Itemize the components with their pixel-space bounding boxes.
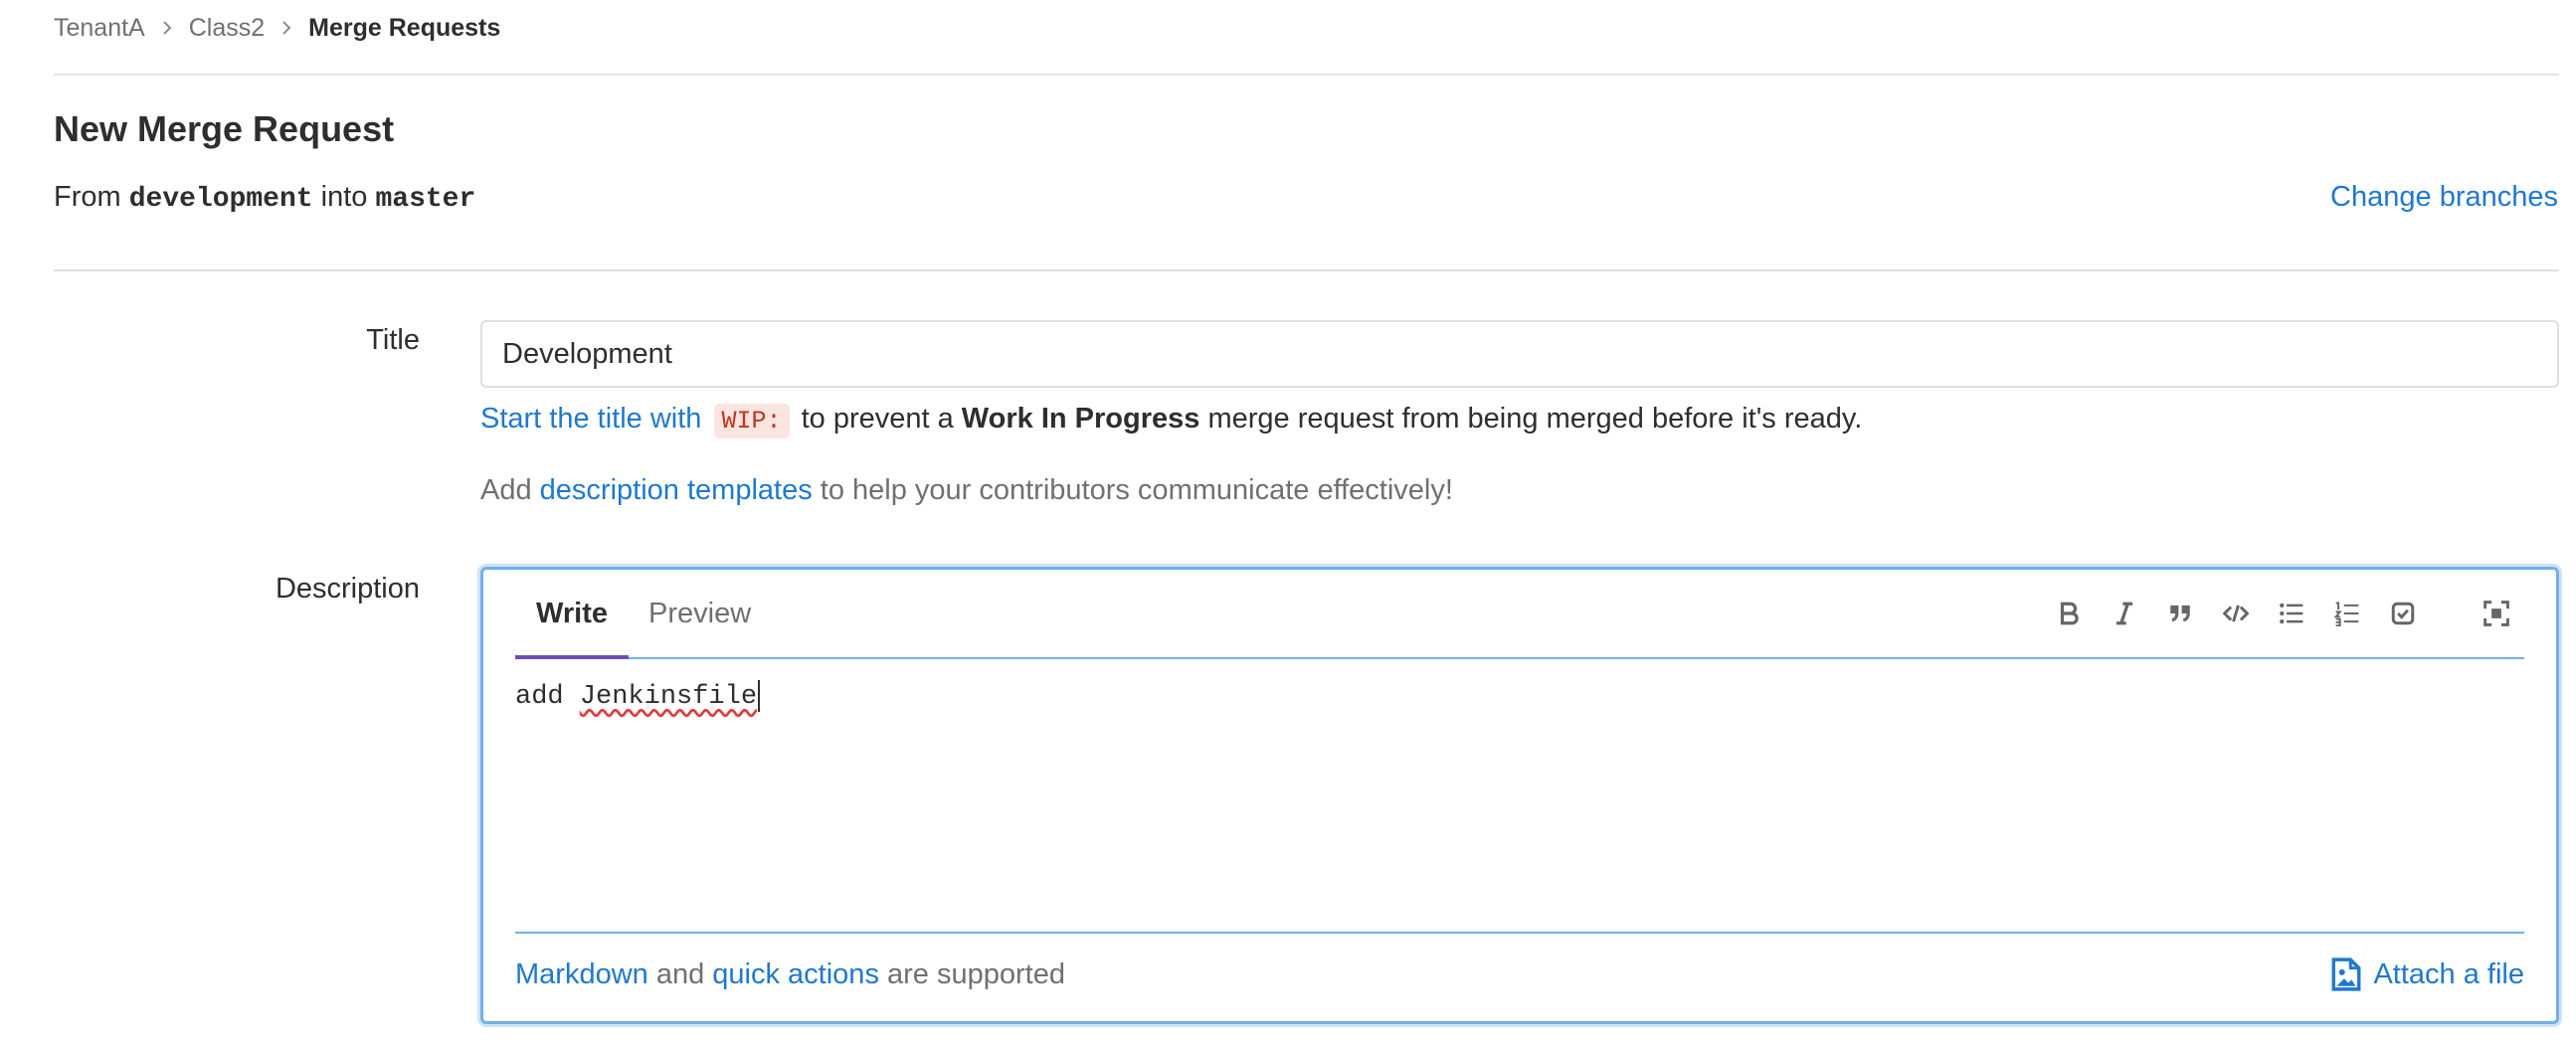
description-templates-link[interactable]: description templates xyxy=(540,474,813,506)
bold-icon[interactable] xyxy=(2041,586,2097,641)
into-word: into xyxy=(320,181,368,213)
templates-hint: Add description templates to help your c… xyxy=(480,469,1453,511)
description-text-add: add xyxy=(515,682,564,712)
markdown-note: Markdown and quick actions are supported xyxy=(515,954,1065,995)
chevron-right-icon xyxy=(280,20,292,36)
from-prefix: From xyxy=(54,181,121,213)
markdown-link[interactable]: Markdown xyxy=(515,958,648,990)
page-title: New Merge Request xyxy=(54,108,395,149)
wip-hint-bold: Work In Progress xyxy=(961,403,1200,434)
file-image-icon xyxy=(2332,957,2361,991)
templates-hint-suffix: to help your contributors communicate ef… xyxy=(820,474,1453,506)
attach-file-label: Attach a file xyxy=(2373,958,2524,990)
new-merge-request-page: TenantA Class2 Merge Requests New Merge … xyxy=(0,0,2576,1042)
bullet-list-icon[interactable] xyxy=(2264,586,2319,641)
target-branch: master xyxy=(375,184,476,215)
description-editor: Write Preview add Jenkinsfile Markdown a… xyxy=(480,567,2559,1024)
source-branch: development xyxy=(128,184,313,215)
wip-hint-end: merge request from being merged before i… xyxy=(1207,403,1863,434)
wip-code: WIP: xyxy=(713,404,790,438)
breadcrumb: TenantA Class2 Merge Requests xyxy=(54,12,500,44)
fullscreen-icon[interactable] xyxy=(2469,586,2524,641)
attach-file-button[interactable]: Attach a file xyxy=(2331,954,2524,995)
divider xyxy=(54,74,2559,76)
markdown-toolbar xyxy=(2041,570,2524,657)
title-label: Title xyxy=(366,324,420,356)
quick-actions-link[interactable]: quick actions xyxy=(712,958,879,990)
editor-footer: Markdown and quick actions are supported… xyxy=(515,932,2524,1021)
chevron-right-icon xyxy=(161,20,173,36)
title-input[interactable] xyxy=(480,320,2559,388)
description-label: Description xyxy=(275,573,420,605)
editor-tabs: Write Preview xyxy=(515,570,2524,659)
wip-hint-middle: to prevent a xyxy=(801,403,954,434)
divider xyxy=(54,269,2559,271)
wip-hint: Start the title with WIP: to prevent a W… xyxy=(480,398,1862,442)
breadcrumb-item-merge-requests[interactable]: Merge Requests xyxy=(308,14,500,43)
breadcrumb-item-tenant[interactable]: TenantA xyxy=(54,14,145,43)
templates-hint-prefix: Add xyxy=(480,474,532,506)
description-text-jenkinsfile: Jenkinsfile xyxy=(579,682,758,712)
tab-preview[interactable]: Preview xyxy=(648,570,751,657)
description-textarea[interactable]: add Jenkinsfile xyxy=(515,677,761,717)
branch-summary: From development into master xyxy=(54,177,475,220)
code-icon[interactable] xyxy=(2208,586,2264,641)
tab-write[interactable]: Write xyxy=(515,570,629,659)
text-caret xyxy=(758,679,761,712)
task-list-icon[interactable] xyxy=(2375,586,2431,641)
and-word: and xyxy=(655,958,705,990)
breadcrumb-item-class[interactable]: Class2 xyxy=(189,14,265,43)
numbered-list-icon[interactable] xyxy=(2319,586,2375,641)
supported-suffix: are supported xyxy=(887,958,1065,990)
wip-hint-link[interactable]: Start the title with xyxy=(480,403,701,434)
change-branches-link[interactable]: Change branches xyxy=(2330,177,2558,217)
italic-icon[interactable] xyxy=(2097,586,2152,641)
quote-icon[interactable] xyxy=(2152,586,2208,641)
